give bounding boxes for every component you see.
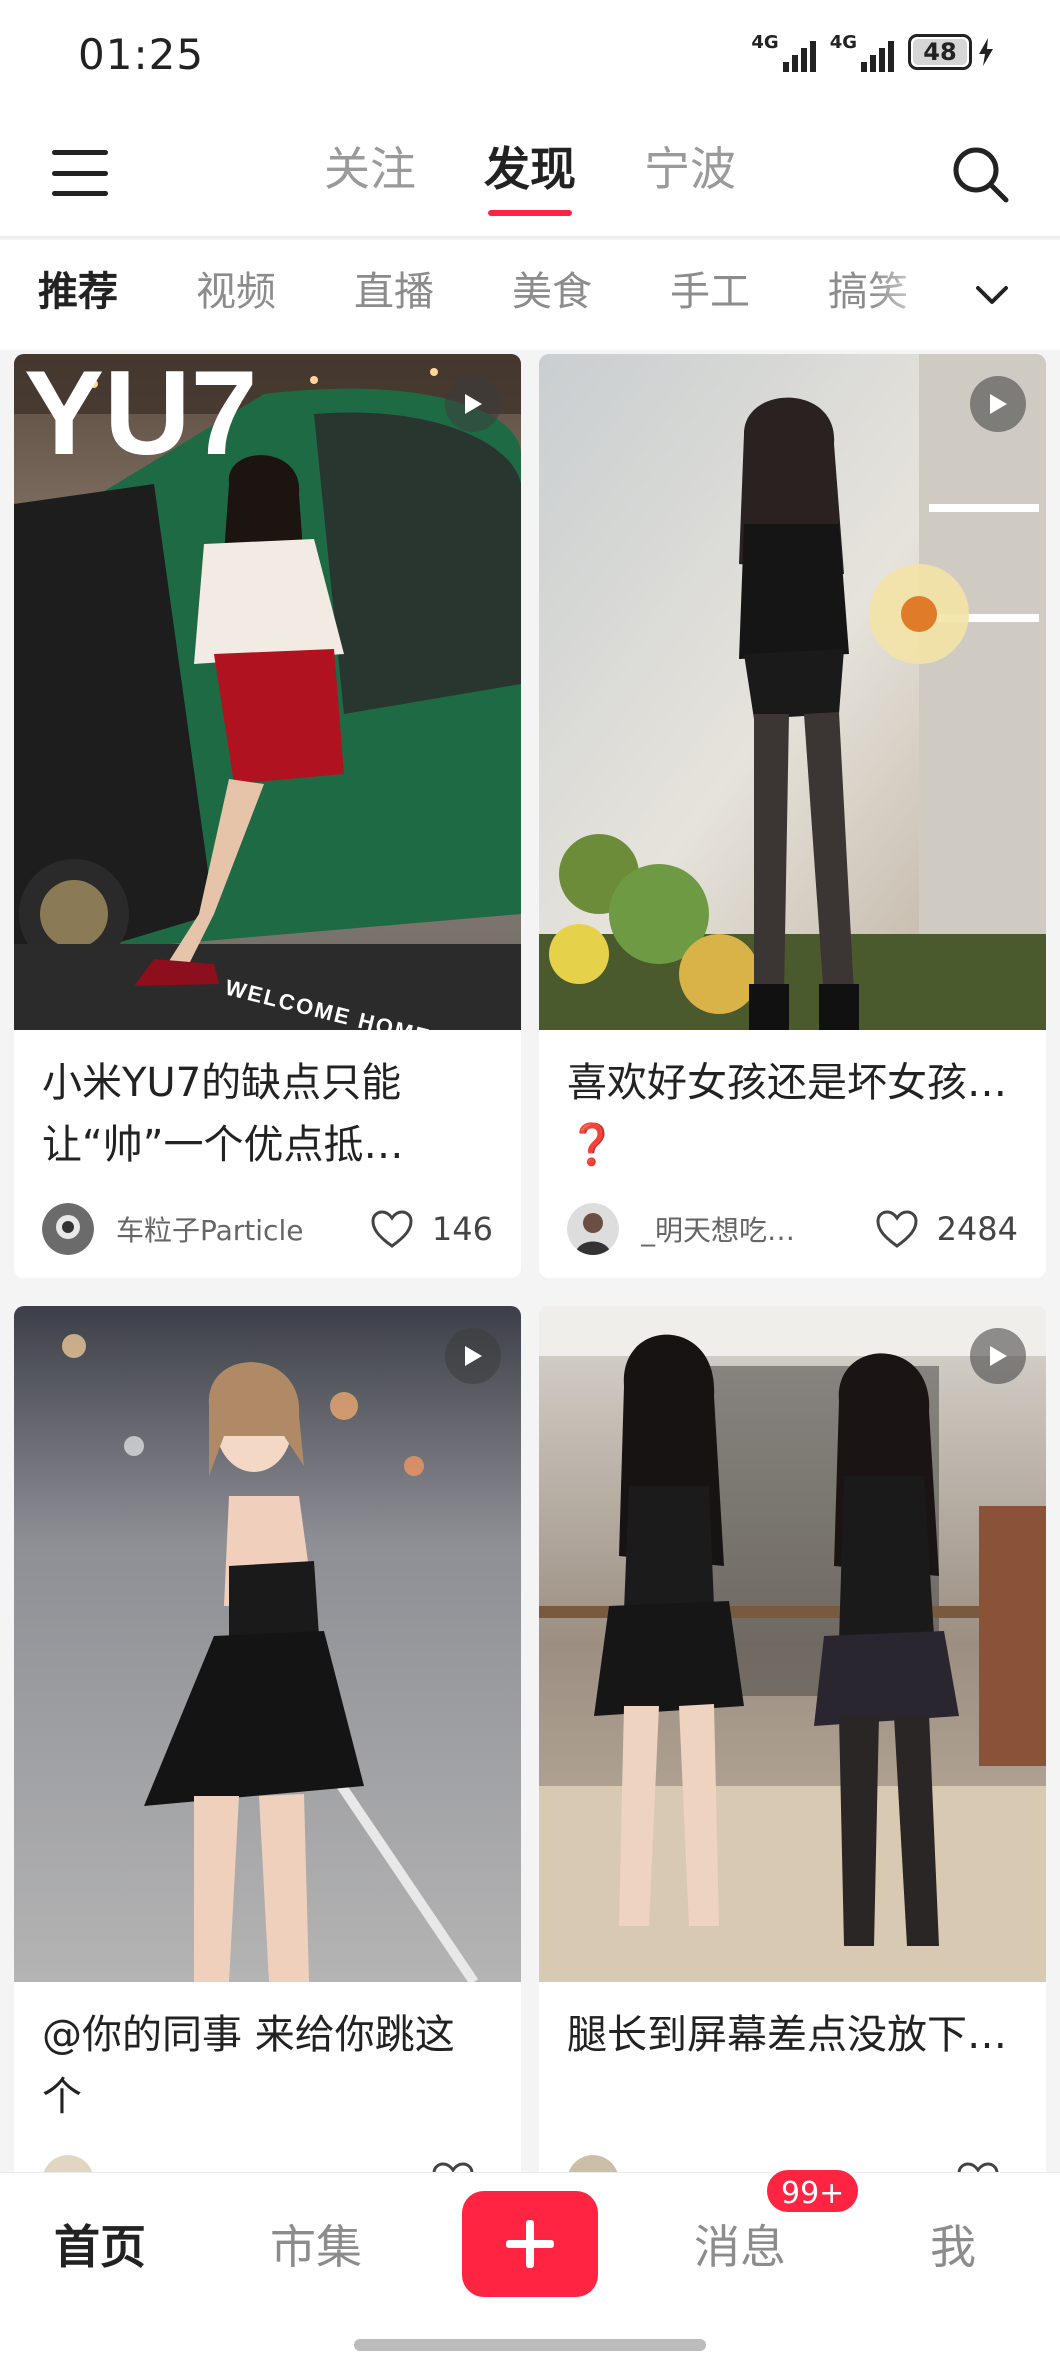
like-button[interactable]: 146	[370, 1209, 493, 1249]
status-icons: 4G 4G 48	[751, 32, 994, 72]
card-title: @你的同事 来给你跳这个	[42, 2012, 455, 2120]
card-cover-image: YU7 WELCOME HOME	[14, 354, 521, 1030]
tab-discover[interactable]: 发现	[478, 138, 582, 218]
video-play-icon	[970, 1328, 1026, 1384]
like-button[interactable]: 2484	[875, 1209, 1018, 1249]
heart-icon	[876, 1210, 918, 1248]
heart-icon	[371, 1210, 413, 1248]
feed-card[interactable]: YU7 WELCOME HOME 小米YU7的缺点只能让“帅”一个优点抵… 车粒…	[14, 354, 521, 1278]
feed-card[interactable]: 喜欢好女孩还是坏女孩…❓ _明天想吃… 2484	[539, 354, 1046, 1278]
category-fade	[870, 240, 950, 350]
plus-icon	[506, 2220, 554, 2268]
category-live[interactable]: 直播	[354, 264, 434, 320]
card-title: 腿长到屏幕差点没放下…	[567, 2012, 1007, 2058]
chevron-down-icon[interactable]	[964, 266, 1020, 322]
top-nav: 关注 发现 宁波	[0, 110, 1060, 238]
status-time: 01:25	[78, 30, 205, 79]
feed-card[interactable]: 腿长到屏幕差点没放下…	[539, 1306, 1046, 2230]
like-count: 146	[431, 1210, 493, 1248]
category-video[interactable]: 视频	[196, 264, 276, 320]
battery-icon: 48	[908, 34, 994, 70]
card-cover-image	[539, 354, 1046, 1030]
network-type-label: 4G	[751, 32, 779, 53]
category-craft[interactable]: 手工	[670, 264, 750, 320]
card-cover-image	[539, 1306, 1046, 1982]
avatar[interactable]	[567, 1203, 619, 1255]
avatar[interactable]	[42, 1203, 94, 1255]
card-title: 小米YU7的缺点只能让“帅”一个优点抵…	[42, 1060, 404, 1168]
messages-badge: 99+	[764, 2167, 862, 2215]
bottom-tab-bar: 首页 市集 消息 99+ 我	[0, 2167, 1060, 2376]
tab-home[interactable]: 首页	[54, 2211, 146, 2277]
signal-icon: 4G	[830, 32, 894, 72]
charging-icon	[979, 38, 993, 66]
card-meta: _明天想吃… 2484	[539, 1180, 1046, 1278]
network-type-label: 4G	[829, 32, 857, 53]
category-bar: 推荐 视频 直播 美食 手工 搞笑	[0, 240, 1060, 350]
create-post-button[interactable]	[462, 2191, 598, 2297]
video-play-icon	[970, 376, 1026, 432]
video-play-icon	[445, 376, 501, 432]
home-indicator	[354, 2339, 706, 2351]
category-food[interactable]: 美食	[512, 264, 592, 320]
card-cover-image	[14, 1306, 521, 1982]
card-title: 喜欢好女孩还是坏女孩…❓	[567, 1060, 1007, 1168]
author-name[interactable]: _明天想吃…	[641, 1209, 875, 1249]
signal-icon: 4G	[751, 32, 816, 72]
card-meta: 车粒子Particle 146	[14, 1180, 521, 1278]
tab-market[interactable]: 市集	[270, 2211, 362, 2277]
search-icon[interactable]	[950, 144, 1010, 204]
tab-following[interactable]: 关注	[318, 138, 422, 218]
like-count: 2484	[936, 1210, 1018, 1248]
battery-level: 48	[913, 39, 967, 65]
nav-tabs: 关注 发现 宁波	[0, 138, 1060, 218]
category-list: 推荐 视频 直播 美食 手工 搞笑	[38, 264, 958, 320]
tab-me[interactable]: 我	[930, 2211, 976, 2277]
video-play-icon	[445, 1328, 501, 1384]
category-recommend[interactable]: 推荐	[38, 264, 118, 320]
author-name[interactable]: 车粒子Particle	[116, 1209, 370, 1249]
cover-overlay-text: YU7	[24, 354, 257, 480]
tab-messages[interactable]: 消息	[694, 2211, 786, 2277]
tab-local[interactable]: 宁波	[638, 138, 742, 218]
feed-card[interactable]: @你的同事 来给你跳这个	[14, 1306, 521, 2230]
status-bar: 01:25 4G 4G 48	[0, 0, 1060, 110]
